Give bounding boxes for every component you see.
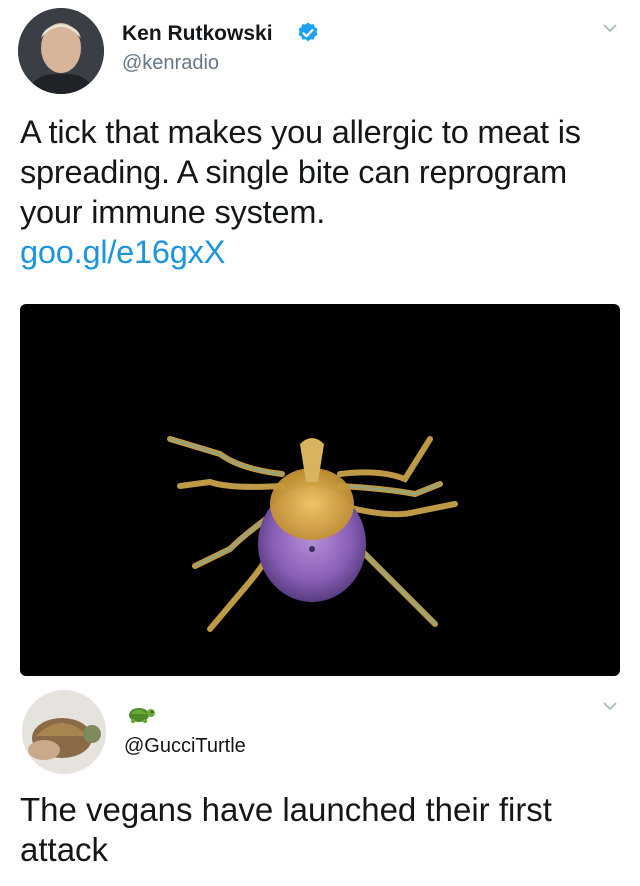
avatar[interactable] xyxy=(18,8,104,94)
reply-text: The vegans have launched their first att… xyxy=(20,791,552,868)
turtle-avatar-photo xyxy=(22,690,106,774)
turtle-emoji-icon xyxy=(129,708,155,723)
tweet-text: A tick that makes you allergic to meat i… xyxy=(20,112,620,272)
avatar-photo xyxy=(18,8,104,94)
chevron-down-icon[interactable] xyxy=(602,700,618,712)
tweet: Ken Rutkowski @kenradio A tick that make… xyxy=(0,0,640,680)
author-name[interactable]: Ken Rutkowski xyxy=(122,22,273,46)
reply-avatar[interactable] xyxy=(22,690,106,774)
tweet-link[interactable]: goo.gl/e16gxX xyxy=(20,232,620,272)
chevron-down-icon[interactable] xyxy=(602,22,618,34)
tweet-body: A tick that makes you allergic to meat i… xyxy=(20,114,581,230)
reply-author-handle[interactable]: @GucciTurtle xyxy=(124,735,246,758)
tweet-media[interactable] xyxy=(20,304,620,676)
verified-badge-icon xyxy=(298,22,318,42)
author-handle[interactable]: @kenradio xyxy=(122,52,219,75)
tick-image xyxy=(167,436,458,632)
